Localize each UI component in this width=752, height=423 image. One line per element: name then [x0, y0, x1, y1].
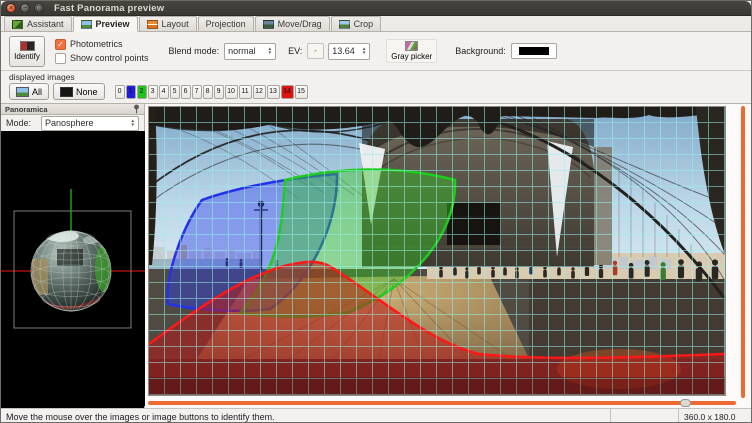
identify-button[interactable]: Identify [9, 36, 45, 67]
image-toggle-13[interactable]: 13 [267, 85, 280, 99]
scrollbar-thumb[interactable] [680, 399, 691, 407]
image-toggle-1[interactable]: 1 [126, 85, 136, 99]
spinner-arrows-icon: ▲▼ [131, 119, 135, 127]
image-toggle-12[interactable]: 12 [253, 85, 266, 99]
image-toggle-10[interactable]: 10 [225, 85, 238, 99]
horizontal-scrollbar[interactable] [148, 401, 736, 405]
toolbar-checkboxes: ✓ Photometrics Show control points [55, 39, 149, 64]
image-toggle-11[interactable]: 11 [239, 85, 252, 99]
show-control-points-checkbox[interactable] [55, 53, 66, 64]
crop-icon [339, 20, 350, 29]
minimize-icon[interactable]: − [20, 3, 30, 13]
maximize-icon[interactable]: ▢ [34, 3, 44, 13]
mode-row: Mode: Panosphere ▲▼ [1, 115, 144, 131]
image-toggle-0[interactable]: 0 [115, 85, 125, 99]
all-images-icon [16, 87, 29, 97]
ev-value: 13.64 [332, 46, 355, 56]
blend-mode-value: normal [228, 46, 256, 56]
displayed-images-label: displayed images [9, 72, 743, 82]
close-icon[interactable]: × [6, 3, 16, 13]
photometrics-checkbox[interactable]: ✓ [55, 39, 66, 50]
status-bar: Move the mouse over the images or image … [1, 408, 751, 423]
image-toggle-2[interactable]: 2 [137, 85, 147, 99]
tab-layout[interactable]: Layout [139, 16, 197, 31]
tab-assistant[interactable]: Assistant [4, 16, 72, 31]
ev-label: EV: [288, 46, 302, 56]
gray-picker-button[interactable]: Gray picker [386, 39, 437, 63]
image-toggle-8[interactable]: 8 [203, 85, 213, 99]
image-toggle-15[interactable]: 15 [295, 85, 308, 99]
panosphere-rendering [1, 131, 145, 406]
window-title: Fast Panorama preview [54, 3, 164, 14]
tab-label: Crop [354, 19, 374, 29]
ev-reset-button[interactable] [307, 43, 324, 59]
image-toggle-5[interactable]: 5 [170, 85, 180, 99]
title-bar[interactable]: × − ▢ Fast Panorama preview [1, 1, 751, 16]
status-spacer [611, 409, 679, 423]
tab-label: Layout [162, 19, 189, 29]
background-color-swatch [519, 47, 549, 55]
tab-move-drag[interactable]: Move/Drag [255, 16, 330, 31]
app-window: × − ▢ Fast Panorama preview Assistant Pr… [0, 0, 752, 423]
ev-spinbox[interactable]: 13.64 ▲▼ [328, 43, 370, 60]
all-label: All [32, 87, 42, 97]
panosphere-panel-header[interactable]: Panoramica [1, 104, 144, 115]
photometrics-row: ✓ Photometrics [55, 39, 149, 50]
image-toggle-3[interactable]: 3 [148, 85, 158, 99]
panosphere-3d-view[interactable] [1, 131, 144, 408]
blend-mode-select[interactable]: normal ▲▼ [224, 43, 276, 60]
image-toggle-9[interactable]: 9 [214, 85, 224, 99]
image-toggle-6[interactable]: 6 [181, 85, 191, 99]
tab-projection[interactable]: Projection [198, 16, 254, 31]
identify-icon [20, 41, 35, 51]
canvas-size-indicator: 360.0 x 180.0 [679, 409, 751, 423]
panel-title: Panoramica [5, 105, 48, 114]
layout-icon [147, 20, 158, 29]
image-toggle-group: 0 1 2 3 4 5 6 7 8 9 10 11 12 13 14 15 [115, 85, 308, 99]
tab-label: Assistant [27, 19, 64, 29]
image-toggle-4[interactable]: 4 [159, 85, 169, 99]
grid-overlay [149, 107, 725, 395]
show-all-images-button[interactable]: All [9, 83, 49, 100]
tab-label: Preview [96, 19, 130, 29]
move-drag-icon [263, 20, 274, 29]
image-toggle-7[interactable]: 7 [192, 85, 202, 99]
background-label: Background: [455, 46, 506, 56]
displayed-images-section: displayed images All None 0 1 2 3 4 5 6 … [1, 71, 751, 103]
blend-mode-label: Blend mode: [169, 46, 220, 56]
mode-select[interactable]: Panosphere ▲▼ [41, 116, 139, 131]
identify-label: Identify [14, 52, 40, 61]
tab-preview[interactable]: Preview [73, 16, 138, 32]
gray-picker-icon [405, 41, 418, 51]
tab-bar: Assistant Preview Layout Projection Move… [1, 16, 751, 32]
green-arrow-icon [314, 45, 317, 57]
show-no-images-button[interactable]: None [53, 83, 105, 100]
status-message: Move the mouse over the images or image … [1, 409, 611, 423]
show-control-points-label: Show control points [70, 53, 149, 63]
show-control-points-row: Show control points [55, 53, 149, 64]
preview-icon [81, 20, 92, 29]
photometrics-label: Photometrics [70, 39, 123, 49]
none-label: None [76, 87, 98, 97]
panorama-canvas[interactable] [148, 106, 726, 396]
image-toggle-14[interactable]: 14 [281, 85, 294, 99]
spinner-arrows-icon: ▲▼ [362, 47, 366, 55]
gray-picker-label: Gray picker [391, 52, 432, 61]
tab-label: Move/Drag [278, 19, 322, 29]
no-images-icon [60, 87, 73, 97]
pin-icon[interactable] [133, 104, 140, 114]
panorama-preview [149, 107, 725, 395]
toolbar: Identify ✓ Photometrics Show control poi… [1, 32, 751, 71]
panosphere-panel: Panoramica Mode: Panosphere ▲▼ [1, 104, 145, 408]
assistant-icon [12, 20, 23, 29]
tab-label: Projection [206, 19, 246, 29]
background-color-button[interactable] [511, 43, 557, 59]
preview-pane [145, 104, 751, 408]
tab-crop[interactable]: Crop [331, 16, 382, 31]
mode-label: Mode: [6, 118, 31, 128]
vertical-scrollbar[interactable] [741, 106, 745, 398]
mode-value: Panosphere [45, 118, 94, 128]
spinner-arrows-icon: ▲▼ [268, 47, 272, 55]
